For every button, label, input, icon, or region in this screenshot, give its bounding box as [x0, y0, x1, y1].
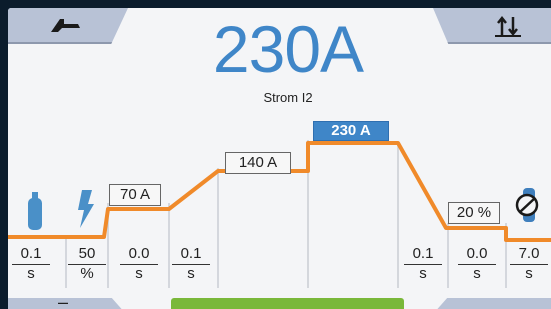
param-unit: s — [135, 265, 143, 282]
param-value: 0.0 — [458, 245, 496, 265]
param-gas-preflow[interactable]: 0.1 s — [12, 245, 50, 283]
param-ignition[interactable]: 50 % — [68, 245, 106, 283]
welding-display: 230A Strom I2 70 A 140 A 230 A 20 % 0.1 — [8, 8, 551, 309]
param-value: 7.0 — [510, 245, 548, 265]
param-value: 0.1 — [12, 245, 50, 265]
param-end-time[interactable]: 0.0 s — [458, 245, 496, 283]
start-current-label[interactable]: 70 A — [109, 184, 161, 206]
minus-button[interactable]: – — [8, 298, 126, 309]
param-unit: s — [473, 265, 481, 282]
param-value: 0.0 — [120, 245, 158, 265]
gas-cylinder-icon — [28, 192, 42, 230]
param-downslope[interactable]: 0.1 s — [404, 245, 442, 283]
gas-cylinder-off-icon — [515, 188, 539, 222]
param-unit: s — [419, 265, 427, 282]
i2-current-label[interactable]: 230 A — [313, 121, 389, 141]
param-value: 0.1 — [172, 245, 210, 265]
param-upslope[interactable]: 0.1 s — [172, 245, 210, 283]
i1-current-label[interactable]: 140 A — [225, 152, 291, 174]
param-unit: s — [27, 265, 35, 282]
confirm-button[interactable] — [171, 298, 404, 309]
param-value: 50 — [68, 245, 106, 265]
lightning-icon — [78, 190, 94, 228]
param-unit: s — [187, 265, 195, 282]
right-bottom-button[interactable] — [433, 298, 551, 309]
param-gas-postflow[interactable]: 7.0 s — [510, 245, 548, 283]
param-unit: % — [80, 265, 94, 282]
param-start-time[interactable]: 0.0 s — [120, 245, 158, 283]
end-current-label[interactable]: 20 % — [448, 202, 500, 224]
param-unit: s — [525, 265, 533, 282]
param-value: 0.1 — [404, 245, 442, 265]
